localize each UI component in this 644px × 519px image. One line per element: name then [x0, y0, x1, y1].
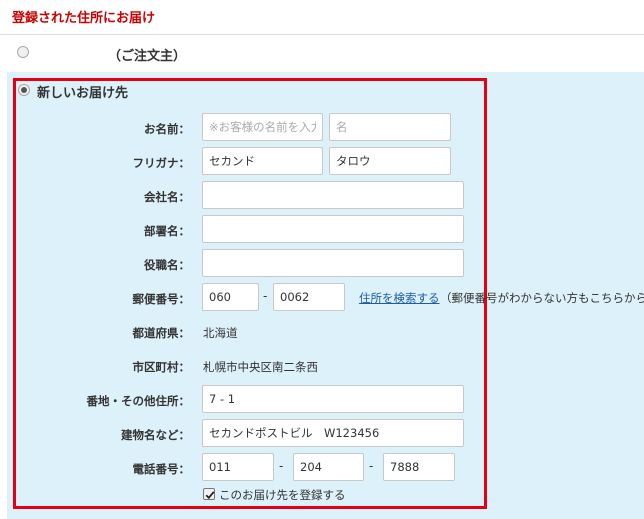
street-input[interactable]: 7 - 1 [202, 385, 464, 413]
divider [0, 34, 644, 35]
register-checkbox[interactable] [203, 488, 215, 500]
phone-input-1[interactable]: 011 [202, 453, 274, 481]
postal-label: 郵便番号： [132, 292, 191, 306]
department-input[interactable] [202, 215, 464, 243]
phone-dash-2: - [369, 459, 374, 473]
last-name-input[interactable] [202, 113, 323, 141]
last-kana-input[interactable]: セカンド [202, 147, 323, 175]
address-search-link[interactable]: 住所を検索する [359, 290, 440, 306]
department-label: 部署名： [144, 224, 190, 238]
company-input[interactable] [202, 181, 464, 209]
section-title: 登録された住所にお届け [12, 11, 156, 26]
city-label: 市区町村： [132, 360, 191, 374]
phone-input-3[interactable]: 7888 [383, 453, 455, 481]
first-name-input[interactable] [329, 113, 451, 141]
street-label: 番地・その他住所： [86, 394, 191, 408]
city-value: 札幌市中央区南二条西 [203, 360, 318, 374]
new-address-radio[interactable] [18, 84, 30, 96]
prefecture-label: 都道府県： [132, 326, 191, 340]
order-radio[interactable] [17, 46, 29, 58]
postal-code-input-1[interactable]: 060 [202, 283, 259, 311]
prefecture-value: 北海道 [203, 326, 238, 340]
position-input[interactable] [202, 249, 464, 277]
first-kana-input[interactable]: タロウ [329, 147, 451, 175]
order-option-label: （ご注文主） [108, 49, 187, 64]
building-label: 建物名など： [121, 428, 190, 442]
checkmark-icon [205, 491, 215, 500]
phone-dash-1: - [279, 459, 284, 473]
new-address-label: 新しいお届け先 [37, 86, 129, 101]
phone-input-2[interactable]: 204 [293, 453, 364, 481]
address-search-note: （郵便番号がわからない方もこちらから） [440, 291, 644, 305]
phone-label: 電話番号： [132, 462, 191, 476]
company-label: 会社名： [144, 190, 190, 204]
building-input[interactable]: セカンドポストビル W123456 [202, 419, 464, 447]
name-label: お名前： [144, 122, 190, 136]
postal-dash: - [263, 289, 268, 303]
register-checkbox-label[interactable]: このお届け先を登録する [219, 487, 346, 503]
postal-code-input-2[interactable]: 0062 [273, 283, 345, 311]
kana-label: フリガナ： [132, 156, 191, 170]
position-label: 役職名： [144, 258, 190, 272]
